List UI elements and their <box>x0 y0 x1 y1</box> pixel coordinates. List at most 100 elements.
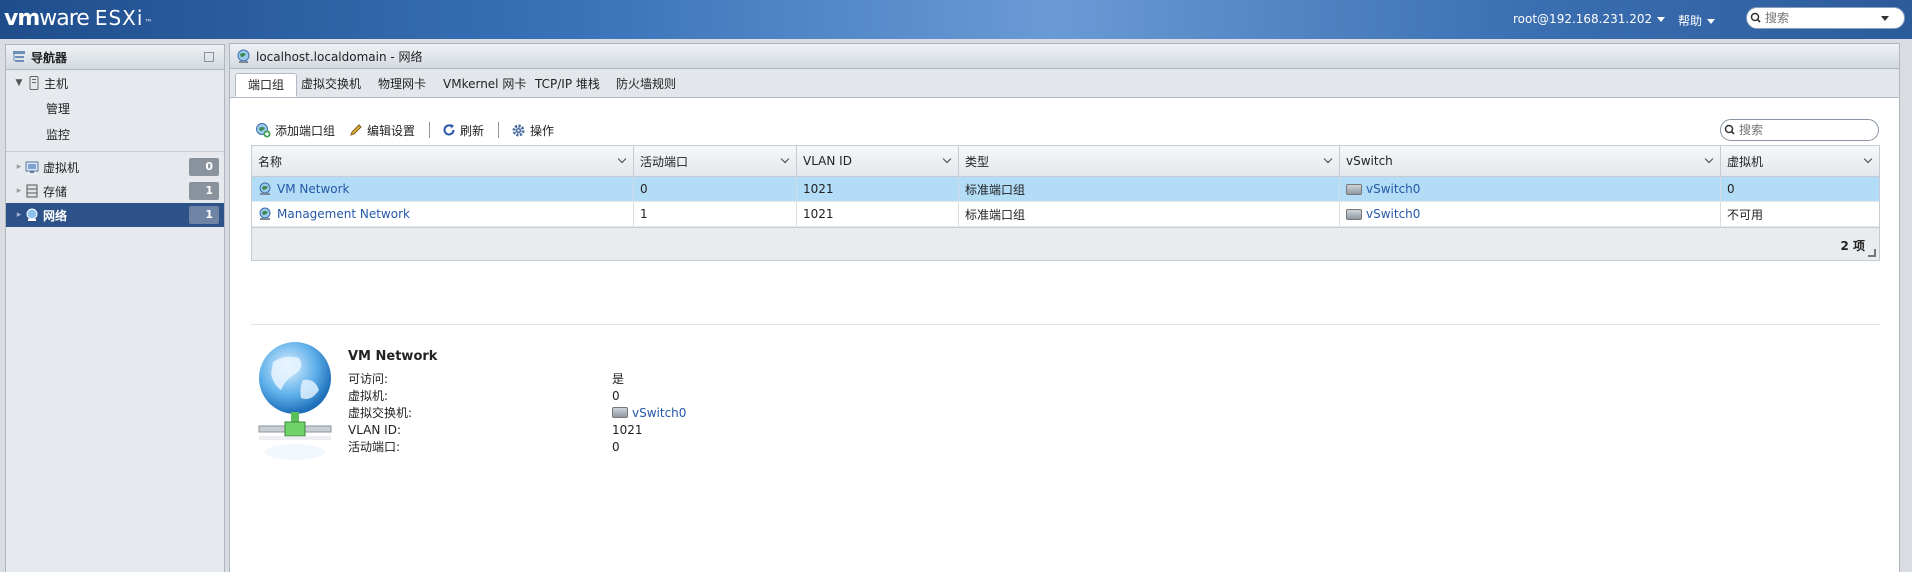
main-header: localhost.localdomain - 网络 <box>230 44 1899 69</box>
add-network-icon <box>256 123 271 138</box>
table-header: 名称 活动端口 VLAN ID 类型 vSwitch 虚拟机 <box>252 146 1879 177</box>
count-badge: 1 <box>189 206 219 224</box>
expand-icon[interactable]: ▸ <box>13 186 25 196</box>
property-row: 虚拟交换机: vSwitch0 <box>348 405 687 421</box>
chevron-down-icon[interactable] <box>617 154 627 164</box>
column-vlan-id[interactable]: VLAN ID <box>797 146 959 176</box>
column-vswitch[interactable]: vSwitch <box>1340 146 1721 176</box>
nav-item-storage-label: 存储 <box>43 184 68 199</box>
vswitch-icon <box>612 407 628 418</box>
chevron-down-icon[interactable] <box>1863 154 1873 164</box>
chevron-down-icon[interactable] <box>1323 154 1333 164</box>
gear-icon <box>512 124 525 136</box>
chevron-down-icon[interactable] <box>1881 15 1889 21</box>
navigator-icon <box>13 51 25 62</box>
property-row: 虚拟机: 0 <box>348 388 620 404</box>
chevron-down-icon <box>1657 17 1666 22</box>
refresh-button[interactable]: 刷新 <box>442 122 484 139</box>
count-badge: 1 <box>189 182 219 200</box>
table-row[interactable]: Management Network 1 1021 标准端口组 vSwitch0… <box>252 202 1879 227</box>
tab-tcpip-stacks[interactable]: TCP/IP 堆栈 <box>523 73 612 97</box>
table-search-input[interactable] <box>1737 123 1861 137</box>
navigator-title: 导航器 <box>31 50 68 65</box>
chevron-down-icon[interactable] <box>780 154 790 164</box>
search-icon <box>1750 12 1761 23</box>
table-search[interactable] <box>1720 119 1879 141</box>
nav-item-host-label: 主机 <box>44 76 69 91</box>
vmware-logo: vmware ESXi ™ <box>4 6 153 31</box>
virtual-machine-icon <box>25 161 39 173</box>
port-group-table: 名称 活动端口 VLAN ID 类型 vSwitch 虚拟机 VM Networ… <box>251 145 1880 261</box>
actions-button[interactable]: 操作 <box>511 122 554 139</box>
nav-item-host[interactable]: ▼ 主机 <box>6 71 224 95</box>
nav-item-vms[interactable]: ▸ 虚拟机 0 <box>6 155 224 179</box>
search-icon <box>1724 124 1735 135</box>
property-row: 可访问: 是 <box>348 372 625 386</box>
expand-icon[interactable]: ▸ <box>13 162 25 172</box>
network-globe-icon <box>258 342 332 460</box>
tab-physical-nics[interactable]: 物理网卡 <box>366 73 438 97</box>
nav-item-storage[interactable]: ▸ 存储 1 <box>6 179 224 203</box>
user-menu[interactable]: root@192.168.231.202 <box>1513 12 1666 26</box>
divider <box>251 324 1880 325</box>
port-group-link[interactable]: Management Network <box>277 207 410 221</box>
vswitch-icon <box>1346 183 1362 195</box>
detail-title: VM Network <box>348 349 438 364</box>
edit-settings-button[interactable]: 编辑设置 <box>349 122 415 139</box>
expand-icon[interactable]: ▸ <box>13 210 25 220</box>
nav-item-networking-label: 网络 <box>43 208 68 223</box>
column-active-ports[interactable]: 活动端口 <box>634 146 797 176</box>
chevron-down-icon[interactable] <box>1704 154 1714 164</box>
network-icon <box>26 208 38 221</box>
vswitch-link[interactable]: vSwitch0 <box>1366 207 1420 221</box>
port-group-icon <box>259 207 271 220</box>
product-name: ESXi <box>94 6 144 30</box>
add-port-group-button[interactable]: 添加端口组 <box>255 122 335 139</box>
nav-item-vms-label: 虚拟机 <box>43 160 80 175</box>
vswitch-link[interactable]: vSwitch0 <box>1366 182 1420 196</box>
main-panel: localhost.localdomain - 网络 端口组 虚拟交换机 物理网… <box>229 43 1900 572</box>
toolbar-divider <box>498 122 500 138</box>
refresh-icon <box>443 124 455 136</box>
item-count: 2 项 <box>1840 239 1865 253</box>
property-row: 活动端口: 0 <box>348 439 620 455</box>
toolbar: 添加端口组 编辑设置 刷新 操作 <box>255 118 568 142</box>
storage-icon <box>26 184 38 198</box>
pin-icon[interactable] <box>204 52 214 62</box>
divider <box>6 151 224 152</box>
global-search-input[interactable] <box>1763 11 1877 25</box>
nav-item-manage[interactable]: 管理 <box>6 95 224 121</box>
pencil-icon <box>350 124 362 136</box>
chevron-down-icon <box>1707 19 1716 24</box>
toolbar-divider <box>429 122 431 138</box>
chevron-down-icon[interactable] <box>942 154 952 164</box>
resize-handle[interactable] <box>1868 249 1876 257</box>
port-group-link[interactable]: VM Network <box>277 182 349 196</box>
top-bar: vmware ESXi ™ root@192.168.231.202 帮助 <box>0 0 1912 39</box>
navigator-panel: 导航器 ▼ 主机 管理 监控 ▸ 虚拟机 0 ▸ 存储 1 ▸ 网络 1 <box>5 44 225 572</box>
expand-icon[interactable]: ▼ <box>13 78 25 88</box>
table-footer: 2 项 <box>252 227 1879 260</box>
vswitch-icon <box>1346 208 1362 220</box>
global-search[interactable] <box>1746 7 1905 29</box>
help-menu[interactable]: 帮助 <box>1678 12 1716 29</box>
detail-properties: 可访问: 是 虚拟机: 0 虚拟交换机: vSwitch0 VLAN ID: 1021 … <box>348 370 686 455</box>
column-vms[interactable]: 虚拟机 <box>1721 146 1879 176</box>
table-row[interactable]: VM Network 0 1021 标准端口组 vSwitch0 0 <box>252 177 1879 202</box>
nav-item-monitor[interactable]: 监控 <box>6 121 224 147</box>
navigator-header: 导航器 <box>6 45 224 70</box>
tab-port-groups[interactable]: 端口组 <box>235 73 298 97</box>
column-type[interactable]: 类型 <box>959 146 1340 176</box>
count-badge: 0 <box>189 158 219 176</box>
tab-virtual-switches[interactable]: 虚拟交换机 <box>289 73 373 97</box>
nav-item-networking[interactable]: ▸ 网络 1 <box>6 203 224 227</box>
property-row: VLAN ID: 1021 <box>348 422 643 437</box>
port-group-icon <box>259 182 271 195</box>
tab-firewall-rules[interactable]: 防火墙规则 <box>604 73 688 97</box>
column-name[interactable]: 名称 <box>252 146 634 176</box>
tab-bar: 端口组 虚拟交换机 物理网卡 VMkernel 网卡 TCP/IP 堆栈 防火墙… <box>230 69 1899 98</box>
host-icon <box>29 76 39 90</box>
page-title: localhost.localdomain - 网络 <box>256 49 423 64</box>
network-icon <box>237 49 250 63</box>
vswitch-link[interactable]: vSwitch0 <box>632 406 686 420</box>
